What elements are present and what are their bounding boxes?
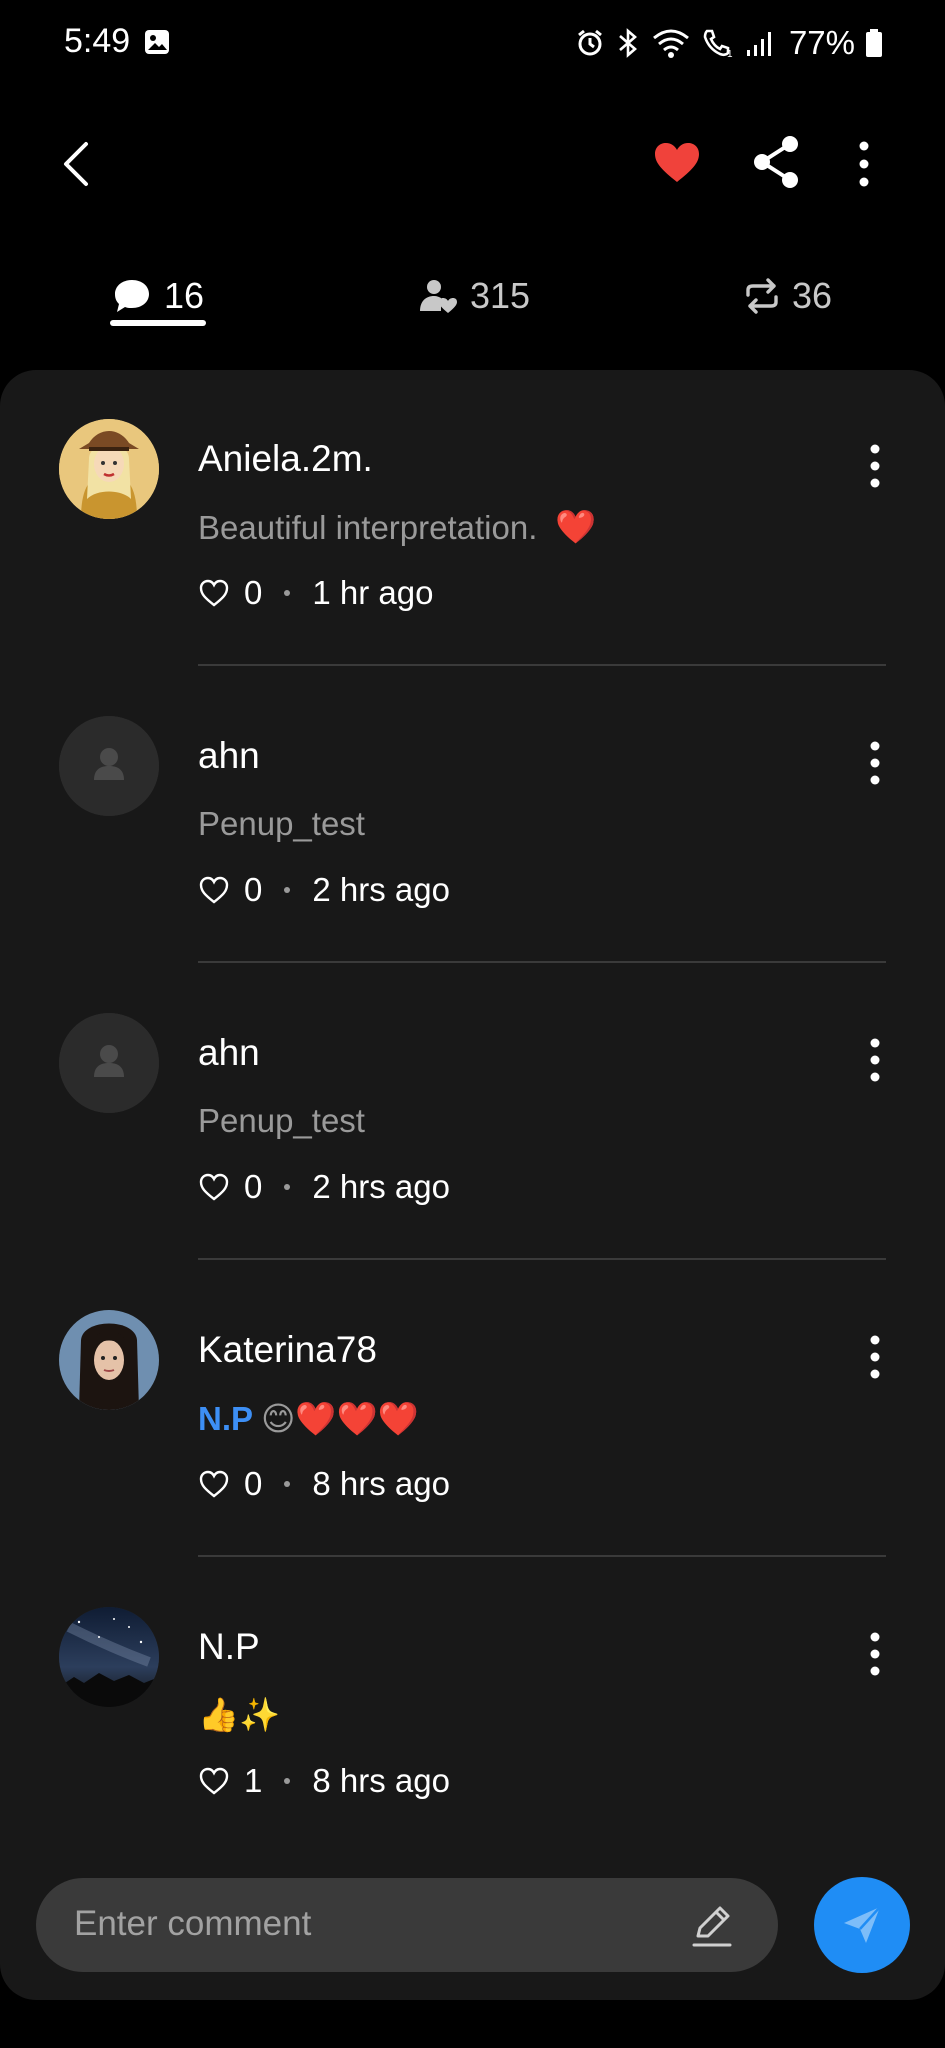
battery-percent: 77%: [788, 24, 855, 61]
comment-text: N.P 😊❤️❤️❤️: [198, 1399, 419, 1439]
comment-more-icon[interactable]: [860, 442, 890, 490]
tab-likes[interactable]: 315: [418, 268, 530, 324]
comment-meta: 1 8 hrs ago: [198, 1761, 450, 1801]
svg-text:1: 1: [727, 49, 733, 59]
comment-more-icon[interactable]: [860, 1333, 890, 1381]
comment-more-icon[interactable]: [860, 1036, 890, 1084]
status-icons: 1 77%: [575, 22, 883, 64]
heart-icon[interactable]: [652, 138, 702, 188]
comment-author[interactable]: ahn: [198, 1032, 260, 1074]
comment-input[interactable]: Enter comment: [36, 1878, 778, 1972]
comment-item: Aniela.2m. Beautiful interpretation. ❤️ …: [0, 370, 945, 667]
tab-selected-indicator: [110, 320, 206, 326]
comment-time: 8 hrs ago: [312, 1762, 450, 1799]
comment-text: Penup_test: [198, 805, 365, 842]
like-count: 0: [244, 1168, 263, 1205]
like-count: 0: [244, 574, 263, 611]
alarm-icon: [578, 29, 602, 56]
separator-dot: [284, 887, 291, 893]
comment-text: Penup_test: [198, 1102, 365, 1139]
comment-item: ahn Penup_test 0 2 hrs ago: [0, 667, 945, 964]
back-icon[interactable]: [52, 138, 104, 190]
avatar-default[interactable]: [59, 716, 159, 816]
comments-panel: Aniela.2m. Beautiful interpretation. ❤️ …: [0, 370, 945, 2000]
signal-icon: [746, 32, 771, 56]
comment-text: Beautiful interpretation. ❤️: [198, 508, 596, 547]
divider: [198, 1258, 886, 1260]
like-heart-icon[interactable]: [198, 1766, 230, 1796]
comment-author[interactable]: Katerina78: [198, 1329, 377, 1371]
comment-time: 8 hrs ago: [312, 1465, 450, 1502]
like-heart-icon[interactable]: [198, 1469, 230, 1499]
status-bar: 5:49 1 77%: [0, 0, 945, 86]
comment-time: 2 hrs ago: [312, 1168, 450, 1205]
avatar-default[interactable]: [59, 1013, 159, 1113]
comment-input-placeholder[interactable]: Enter comment: [74, 1904, 311, 1944]
comment-emoji: 👍✨: [198, 1696, 281, 1733]
like-count: 0: [244, 871, 263, 908]
tab-comments[interactable]: 16: [112, 268, 204, 324]
send-icon: [844, 1906, 881, 1943]
comment-meta: 0 2 hrs ago: [198, 1167, 450, 1207]
tab-comments-count: 16: [164, 275, 205, 316]
comment-author[interactable]: Aniela.2m.: [198, 438, 373, 480]
comment-meta: 0 2 hrs ago: [198, 870, 450, 910]
separator-dot: [284, 1778, 291, 1784]
comment-text: 👍✨: [198, 1696, 280, 1735]
tab-bar: 16 315 36: [0, 258, 945, 338]
divider: [198, 961, 886, 963]
comment-emoji: ❤️: [555, 508, 597, 545]
like-heart-icon[interactable]: [198, 578, 230, 608]
gallery-icon: [145, 30, 169, 54]
tab-reposts[interactable]: 36: [744, 268, 832, 324]
like-heart-icon[interactable]: [198, 875, 230, 905]
wifi-icon: [652, 29, 689, 58]
comment-more-icon[interactable]: [860, 1630, 890, 1678]
comment-bubble-icon: [115, 280, 149, 312]
battery-icon: [866, 29, 882, 57]
comment-item: Katerina78 N.P 😊❤️❤️❤️ 0 8 hrs ago: [0, 1261, 945, 1558]
avatar[interactable]: [59, 1607, 159, 1707]
comment-emoji: 😊❤️❤️❤️: [261, 1400, 419, 1437]
tab-likes-count: 315: [470, 275, 531, 316]
comment-author[interactable]: ahn: [198, 735, 260, 777]
user-heart-icon: [420, 280, 457, 313]
pen-icon[interactable]: [688, 1902, 736, 1950]
like-count: 0: [244, 1465, 263, 1502]
separator-dot: [284, 1184, 291, 1190]
top-app-bar: [0, 118, 945, 208]
tab-reposts-count: 36: [792, 275, 833, 316]
comment-item: ahn Penup_test 0 2 hrs ago: [0, 964, 945, 1261]
repost-icon: [746, 278, 778, 314]
call-icon: 1: [703, 29, 733, 59]
comment-mention[interactable]: N.P: [198, 1400, 253, 1438]
avatar[interactable]: [59, 419, 159, 519]
comment-item: N.P 👍✨ 1 8 hrs ago: [0, 1558, 945, 1855]
comment-meta: 0 8 hrs ago: [198, 1464, 450, 1504]
share-icon[interactable]: [750, 134, 802, 190]
comment-time: 2 hrs ago: [312, 871, 450, 908]
separator-dot: [284, 590, 291, 596]
like-count: 1: [244, 1762, 263, 1799]
like-heart-icon[interactable]: [198, 1172, 230, 1202]
divider: [198, 1555, 886, 1557]
more-vert-icon[interactable]: [846, 138, 882, 190]
divider: [198, 664, 886, 666]
avatar[interactable]: [59, 1310, 159, 1410]
comment-time: 1 hr ago: [312, 574, 434, 611]
status-time: 5:49: [64, 22, 131, 60]
comment-meta: 0 1 hr ago: [198, 573, 433, 613]
separator-dot: [284, 1481, 291, 1487]
comment-author[interactable]: N.P: [198, 1626, 260, 1668]
comment-more-icon[interactable]: [860, 739, 890, 787]
send-button[interactable]: [814, 1877, 910, 1973]
bluetooth-icon: [619, 28, 637, 58]
comment-text-body: Beautiful interpretation.: [198, 508, 538, 546]
